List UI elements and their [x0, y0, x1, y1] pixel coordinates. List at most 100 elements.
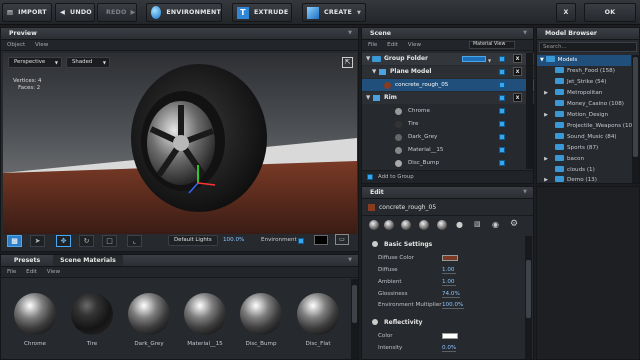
- menu-view[interactable]: View: [35, 42, 48, 48]
- panel-menu-icon[interactable]: ▼: [348, 28, 352, 39]
- texture-icon[interactable]: ▧: [474, 220, 481, 228]
- shader-sphere-icon[interactable]: [419, 220, 429, 230]
- shader-sphere-icon[interactable]: [369, 220, 379, 230]
- crop-tool-icon[interactable]: ⌞: [127, 235, 142, 247]
- browser-folder[interactable]: ▶ Metropolitan: [537, 88, 602, 99]
- scroll-thumb[interactable]: [352, 285, 357, 323]
- panel-menu-icon[interactable]: ▼: [523, 28, 527, 39]
- camera-tool-icon[interactable]: ▩: [7, 235, 22, 247]
- browser-folder[interactable]: Fresh_Food (158): [537, 66, 615, 77]
- tree-row-group-folder[interactable]: ▼ Group Folder ▼ x: [362, 53, 534, 65]
- scene-scrollbar[interactable]: [526, 53, 533, 169]
- zoom-value[interactable]: 100.0%: [223, 237, 244, 243]
- ambient-value[interactable]: 1.00: [442, 279, 456, 286]
- move-tool-icon[interactable]: ✥: [56, 235, 71, 247]
- browser-folder[interactable]: Sports (87): [537, 143, 598, 154]
- create-button[interactable]: CREATE ▼: [302, 3, 366, 22]
- environment-multiplier-value[interactable]: 100.0%: [442, 302, 464, 309]
- presets-scrollbar[interactable]: [351, 279, 358, 359]
- browser-scrollbar[interactable]: [632, 55, 639, 183]
- tree-row-material-selected[interactable]: concrete_rough_05: [362, 79, 534, 91]
- search-input[interactable]: Search...: [539, 42, 637, 52]
- material-swatch[interactable]: [297, 293, 339, 335]
- browser-folder[interactable]: Projectile_Weapons (107): [537, 121, 638, 132]
- remove-button[interactable]: x: [513, 54, 522, 63]
- glossiness-value[interactable]: 74.0%: [442, 291, 460, 298]
- import-button[interactable]: ▤ IMPORT: [2, 3, 52, 22]
- maximize-viewport-icon[interactable]: ⇱: [342, 57, 353, 68]
- tree-row-material[interactable]: Chrome: [362, 105, 534, 117]
- visibility-toggle[interactable]: [499, 121, 505, 127]
- visibility-toggle[interactable]: [499, 160, 505, 166]
- tree-row-material[interactable]: Tire: [362, 118, 534, 130]
- view-mode-dropdown[interactable]: Material View: [469, 41, 515, 49]
- browser-folder[interactable]: ▶ bacon: [537, 154, 584, 165]
- environment-toggle[interactable]: [298, 238, 304, 244]
- browser-folder[interactable]: ▶ Motion_Design: [537, 110, 608, 121]
- material-swatch[interactable]: [240, 293, 282, 335]
- menu-edit[interactable]: Edit: [387, 42, 398, 48]
- menu-object[interactable]: Object: [7, 42, 25, 48]
- panel-menu-icon[interactable]: ▼: [523, 187, 527, 198]
- add-icon[interactable]: [367, 174, 373, 180]
- lights-dropdown[interactable]: Default Lights: [168, 235, 218, 246]
- visibility-toggle[interactable]: [499, 147, 505, 153]
- menu-edit[interactable]: Edit: [26, 269, 37, 275]
- menu-file[interactable]: File: [368, 42, 377, 48]
- tree-row-material[interactable]: Material__15: [362, 144, 534, 156]
- shading-dropdown[interactable]: Shaded ▼: [66, 57, 110, 68]
- scale-tool-icon[interactable]: □: [102, 235, 117, 247]
- gear-icon[interactable]: ⚙: [510, 219, 518, 229]
- scroll-thumb[interactable]: [633, 57, 638, 157]
- browser-folder[interactable]: Money_Casino (108): [537, 99, 624, 110]
- camera-dropdown[interactable]: Perspective ▼: [8, 57, 62, 68]
- reflect-color-swatch[interactable]: [442, 333, 458, 339]
- shader-sphere-icon[interactable]: [384, 220, 394, 230]
- edit-scrollbar[interactable]: [525, 236, 532, 359]
- remove-button[interactable]: x: [513, 93, 522, 102]
- environment-button[interactable]: ENVIRONMENT: [146, 3, 222, 22]
- ok-button[interactable]: OK: [584, 3, 636, 22]
- redo-button[interactable]: REDO ▶: [97, 3, 137, 22]
- undo-button[interactable]: ◀ UNDO: [55, 3, 95, 22]
- browser-folder[interactable]: Jet_Strike (54): [537, 77, 606, 88]
- 3d-viewport[interactable]: Perspective ▼ Shaded ▼ Vertices: 4 Faces: …: [3, 53, 357, 234]
- diffuse-color-swatch[interactable]: [442, 255, 458, 261]
- tree-row-material[interactable]: Disc_Bump: [362, 157, 534, 169]
- tree-row-rim[interactable]: ▼ Rim x: [362, 92, 534, 104]
- intensity-value[interactable]: 0.0%: [442, 345, 456, 352]
- tree-root-models[interactable]: ▼ Models: [537, 55, 631, 66]
- light-bulb-icon[interactable]: ●: [456, 220, 463, 229]
- tree-row-material[interactable]: Dark_Grey: [362, 131, 534, 143]
- visibility-toggle[interactable]: [499, 69, 505, 75]
- browser-folder[interactable]: ▶ Demo (13): [537, 176, 597, 183]
- visibility-toggle[interactable]: [499, 95, 505, 101]
- rotate-tool-icon[interactable]: ↻: [79, 235, 94, 247]
- extrude-button[interactable]: T EXTRUDE: [232, 3, 292, 22]
- material-swatch[interactable]: [71, 293, 113, 335]
- menu-view[interactable]: View: [408, 42, 421, 48]
- diffuse-value[interactable]: 1.00: [442, 267, 456, 274]
- scroll-thumb[interactable]: [526, 260, 531, 318]
- panel-menu-icon[interactable]: ▼: [348, 255, 352, 266]
- tab-scene-materials[interactable]: Scene Materials: [53, 255, 123, 266]
- select-tool-icon[interactable]: ➤: [30, 235, 45, 247]
- remove-button[interactable]: x: [513, 67, 522, 76]
- tree-row-plane-model[interactable]: ▼ Plane Model x: [362, 66, 534, 78]
- material-swatch[interactable]: [128, 293, 170, 335]
- material-swatch[interactable]: [184, 293, 226, 335]
- tab-presets[interactable]: Presets: [1, 255, 53, 266]
- visibility-toggle[interactable]: [499, 82, 505, 88]
- add-to-group-button[interactable]: Add to Group: [378, 174, 414, 180]
- shader-sphere-icon[interactable]: [401, 220, 411, 230]
- shader-sphere-icon[interactable]: [437, 220, 447, 230]
- group-color-toggle[interactable]: [462, 56, 486, 62]
- visibility-toggle[interactable]: [499, 108, 505, 114]
- visibility-toggle[interactable]: [499, 56, 505, 62]
- material-swatch[interactable]: [14, 293, 56, 335]
- menu-file[interactable]: File: [7, 269, 16, 275]
- browser-folder[interactable]: Sound_Music (84): [537, 132, 617, 143]
- bump-icon[interactable]: ◉: [492, 220, 499, 229]
- menu-view[interactable]: View: [47, 269, 60, 275]
- browser-folder[interactable]: clouds (1): [537, 165, 595, 176]
